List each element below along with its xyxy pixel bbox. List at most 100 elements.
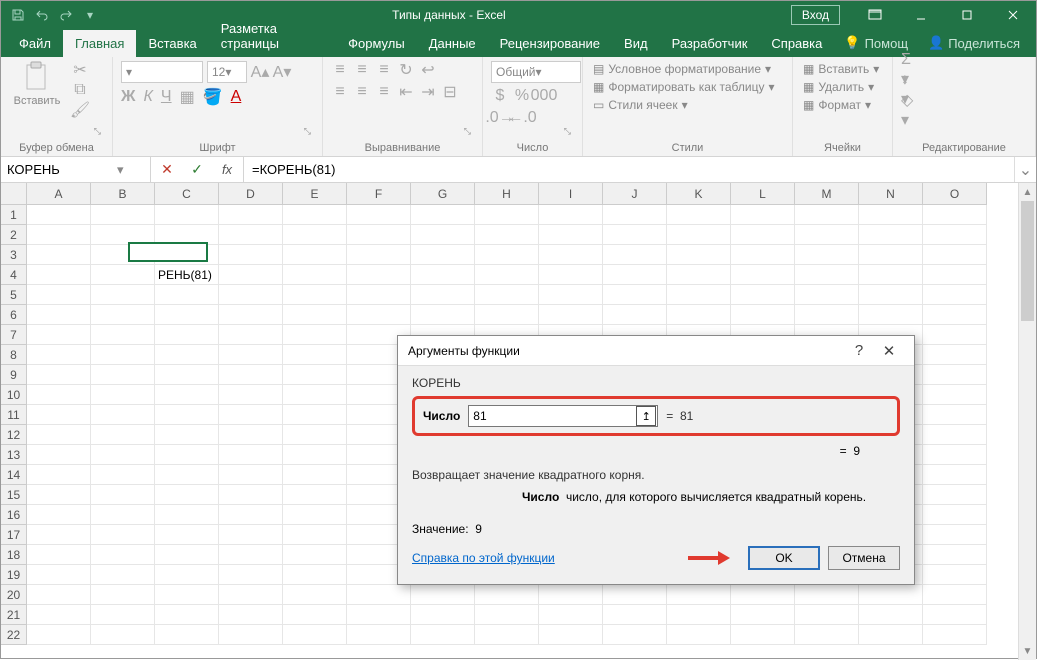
cell[interactable]	[795, 245, 859, 265]
cell[interactable]	[667, 225, 731, 245]
font-size-select[interactable]: 12 ▾	[207, 61, 247, 83]
cell[interactable]	[667, 285, 731, 305]
share-button[interactable]: 👤Поделиться	[918, 29, 1030, 57]
format-painter-icon[interactable]: 🖌	[71, 101, 89, 119]
cell[interactable]	[923, 525, 987, 545]
cell[interactable]	[283, 485, 347, 505]
cell[interactable]	[923, 305, 987, 325]
cell[interactable]	[219, 365, 283, 385]
cell[interactable]	[155, 285, 219, 305]
cell[interactable]	[667, 245, 731, 265]
cancel-button[interactable]: Отмена	[828, 546, 900, 570]
cell[interactable]	[91, 425, 155, 445]
cell[interactable]	[283, 385, 347, 405]
col-header-E[interactable]: E	[283, 183, 347, 205]
cell[interactable]	[283, 265, 347, 285]
cell[interactable]	[923, 265, 987, 285]
cell[interactable]	[219, 325, 283, 345]
cell[interactable]	[219, 265, 283, 285]
cell[interactable]	[411, 285, 475, 305]
cell[interactable]	[155, 225, 219, 245]
cell[interactable]	[91, 325, 155, 345]
align-bot-icon[interactable]: ≡	[375, 61, 393, 79]
cell[interactable]	[155, 205, 219, 225]
tab-developer[interactable]: Разработчик	[660, 30, 760, 57]
cell[interactable]	[603, 265, 667, 285]
col-header-G[interactable]: G	[411, 183, 475, 205]
cell[interactable]	[27, 585, 91, 605]
clipboard-launcher-icon[interactable]: ⤡	[94, 126, 101, 137]
cell[interactable]	[795, 605, 859, 625]
cell[interactable]	[603, 305, 667, 325]
select-all-corner[interactable]	[1, 183, 27, 205]
cell[interactable]	[27, 365, 91, 385]
cell[interactable]	[475, 305, 539, 325]
expand-formula-bar-icon[interactable]: ⌄	[1014, 157, 1036, 182]
italic-button[interactable]: К	[143, 88, 152, 106]
paste-button[interactable]: Вставить	[9, 61, 65, 107]
cell[interactable]	[539, 305, 603, 325]
cell[interactable]	[27, 545, 91, 565]
cell-styles-button[interactable]: ▭Стили ячеек ▾	[591, 97, 784, 113]
row-header-16[interactable]: 16	[1, 505, 27, 525]
cell[interactable]	[91, 465, 155, 485]
dec-indent-icon[interactable]: ⇤	[397, 83, 415, 101]
cell[interactable]	[155, 625, 219, 645]
cell[interactable]: РЕНЬ(81)	[155, 265, 219, 285]
row-header-12[interactable]: 12	[1, 425, 27, 445]
cell[interactable]	[923, 545, 987, 565]
cell[interactable]	[27, 305, 91, 325]
cell[interactable]	[27, 265, 91, 285]
col-header-B[interactable]: B	[91, 183, 155, 205]
row-header-2[interactable]: 2	[1, 225, 27, 245]
orientation-icon[interactable]: ↻	[397, 61, 415, 79]
cell[interactable]	[923, 565, 987, 585]
cell[interactable]	[155, 325, 219, 345]
cell[interactable]	[219, 565, 283, 585]
cell[interactable]	[219, 625, 283, 645]
cell[interactable]	[859, 245, 923, 265]
align-right-icon[interactable]: ≡	[375, 83, 393, 101]
col-header-C[interactable]: C	[155, 183, 219, 205]
cell[interactable]	[923, 225, 987, 245]
cell[interactable]	[27, 625, 91, 645]
cell[interactable]	[91, 345, 155, 365]
cell[interactable]	[219, 505, 283, 525]
cell[interactable]	[923, 365, 987, 385]
cell[interactable]	[27, 345, 91, 365]
cell[interactable]	[795, 625, 859, 645]
cell[interactable]	[27, 445, 91, 465]
number-format-select[interactable]: Общий ▾	[491, 61, 581, 83]
cell[interactable]	[411, 585, 475, 605]
tab-view[interactable]: Вид	[612, 30, 660, 57]
fx-icon[interactable]: fx	[215, 158, 239, 182]
row-header-7[interactable]: 7	[1, 325, 27, 345]
align-center-icon[interactable]: ≡	[353, 83, 371, 101]
cell[interactable]	[347, 205, 411, 225]
cell[interactable]	[603, 605, 667, 625]
dialog-help-icon[interactable]: ?	[844, 336, 874, 366]
cell[interactable]	[219, 205, 283, 225]
cell[interactable]	[27, 465, 91, 485]
cell[interactable]	[219, 405, 283, 425]
cell[interactable]	[731, 285, 795, 305]
scroll-down-icon[interactable]: ▼	[1019, 642, 1036, 660]
col-header-N[interactable]: N	[859, 183, 923, 205]
cell[interactable]	[667, 625, 731, 645]
name-box[interactable]: ▾	[1, 157, 151, 182]
cell[interactable]	[283, 325, 347, 345]
tab-help[interactable]: Справка	[759, 30, 834, 57]
cell[interactable]	[923, 625, 987, 645]
cell[interactable]	[283, 565, 347, 585]
cell[interactable]	[347, 245, 411, 265]
cell[interactable]	[411, 245, 475, 265]
cell[interactable]	[155, 425, 219, 445]
font-launcher-icon[interactable]: ⤡	[304, 126, 311, 137]
cell[interactable]	[731, 605, 795, 625]
cell[interactable]	[667, 205, 731, 225]
cell[interactable]	[795, 585, 859, 605]
cell[interactable]	[923, 585, 987, 605]
cell[interactable]	[539, 205, 603, 225]
cell[interactable]	[923, 445, 987, 465]
cell[interactable]	[91, 405, 155, 425]
